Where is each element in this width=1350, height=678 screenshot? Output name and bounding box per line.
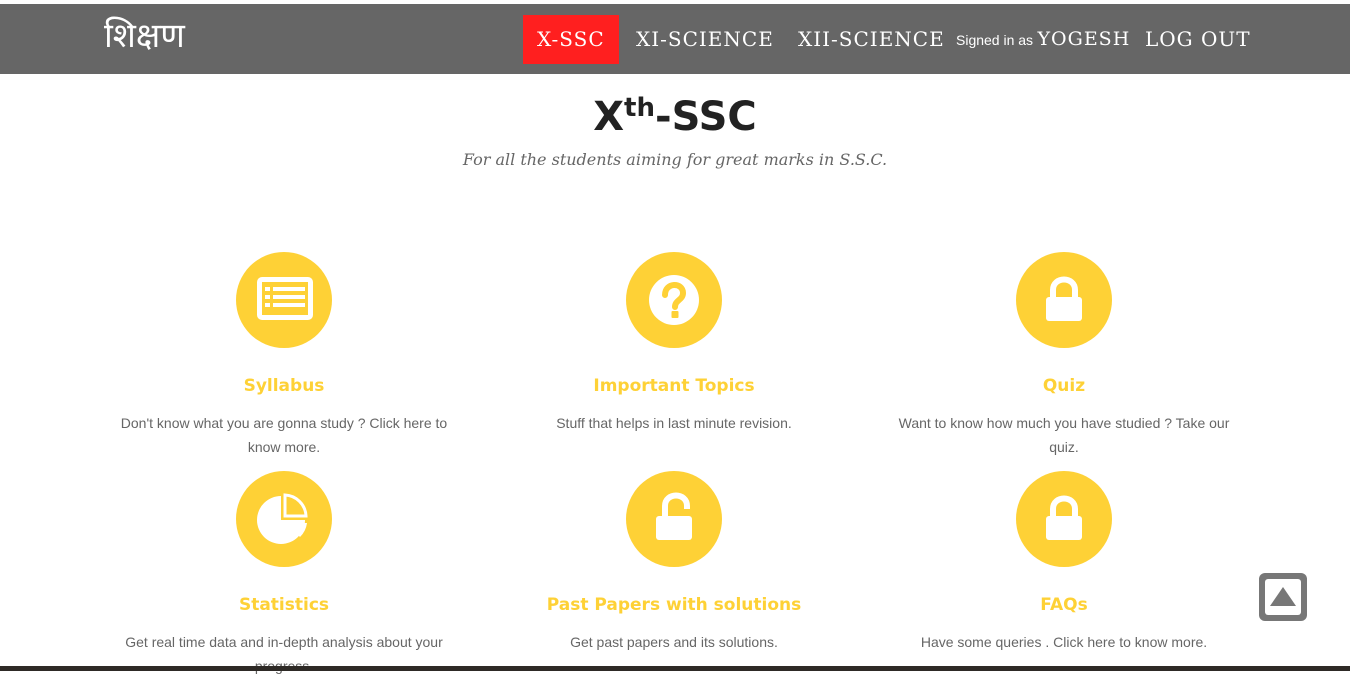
feature-title[interactable]: Syllabus [104, 375, 464, 397]
page-subtitle: For all the students aiming for great ma… [462, 150, 888, 169]
nav-xii-science[interactable]: XII-SCIENCE [798, 15, 945, 64]
page-title-sup: th [624, 93, 655, 123]
signed-in-status: Signed in as YOGESH [956, 15, 1130, 64]
feature-description: Get past papers and its solutions. [570, 634, 778, 650]
faqs-icon-button[interactable] [1016, 471, 1112, 567]
feature-title[interactable]: Past Papers with solutions [494, 594, 854, 616]
list-alt-icon [257, 277, 313, 320]
unlock-icon [656, 492, 692, 540]
question-circle-icon [649, 275, 699, 325]
signed-in-user: YOGESH [1037, 28, 1131, 50]
feature-statistics: Statistics Get real time data and in-dep… [104, 471, 464, 678]
lock-icon [1046, 495, 1082, 540]
nav-xi-science[interactable]: XI-SCIENCE [636, 15, 774, 64]
quiz-icon-button[interactable] [1016, 252, 1112, 348]
pie-chart-icon [257, 493, 308, 544]
feature-description: Want to know how much you have studied ?… [898, 415, 1230, 455]
page-title-suffix: -SSC [655, 94, 757, 140]
page-title: Xth-SSC [0, 80, 1350, 145]
feature-syllabus: Syllabus Don't know what you are gonna s… [104, 252, 464, 459]
scroll-to-top-button[interactable] [1259, 573, 1307, 621]
important-topics-icon-button[interactable] [626, 252, 722, 348]
bottom-strip [0, 666, 1350, 671]
arrow-up-icon [1270, 587, 1296, 606]
syllabus-icon-button[interactable] [236, 252, 332, 348]
feature-quiz: Quiz Want to know how much you have stud… [884, 252, 1244, 459]
feature-faqs: FAQs Have some queries . Click here to k… [884, 471, 1244, 654]
statistics-icon-button[interactable] [236, 471, 332, 567]
feature-important-topics: Important Topics Stuff that helps in las… [494, 252, 854, 435]
lock-icon [1046, 276, 1082, 321]
feature-description: Stuff that helps in last minute revision… [556, 415, 792, 431]
feature-title[interactable]: Statistics [104, 594, 464, 616]
feature-past-papers: Past Papers with solutions Get past pape… [494, 471, 854, 654]
past-papers-icon-button[interactable] [626, 471, 722, 567]
nav-x-ssc[interactable]: X-SSC [523, 15, 619, 64]
scroll-to-top-inner [1265, 579, 1301, 615]
feature-title[interactable]: Quiz [884, 375, 1244, 397]
feature-description: Have some queries . Click here to know m… [920, 634, 1208, 650]
signed-in-prefix: Signed in as [956, 32, 1034, 48]
page-title-main: X [593, 94, 625, 140]
brand-logo[interactable]: शिक्षण [104, 12, 185, 60]
feature-title[interactable]: FAQs [884, 594, 1244, 616]
feature-title[interactable]: Important Topics [494, 375, 854, 397]
logout-link[interactable]: LOG OUT [1145, 15, 1251, 64]
feature-description: Don't know what you are gonna study ? Cl… [120, 415, 448, 455]
navbar: शिक्षण X-SSC XI-SCIENCE XII-SCIENCE Sign… [0, 4, 1350, 74]
